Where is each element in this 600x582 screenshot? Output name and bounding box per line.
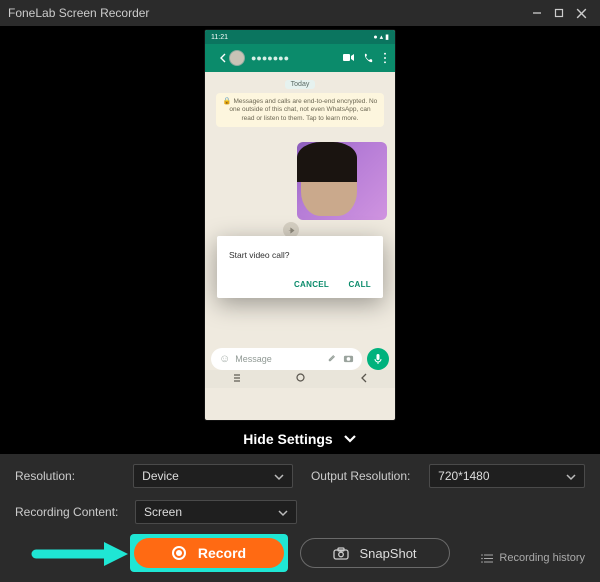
- image-message[interactable]: [297, 142, 387, 220]
- recording-content-select[interactable]: Screen: [135, 500, 297, 524]
- record-icon: [172, 546, 186, 560]
- record-button[interactable]: Record: [134, 538, 284, 568]
- pointer-arrow: [0, 535, 130, 571]
- back-icon[interactable]: [219, 53, 229, 63]
- recording-history-link[interactable]: Recording history: [481, 552, 585, 564]
- message-input-row: ☺ Message: [205, 348, 395, 370]
- maximize-button[interactable]: [548, 2, 570, 24]
- android-nav-bar: [205, 370, 395, 388]
- emoji-icon[interactable]: ☺: [219, 353, 230, 365]
- chevron-down-icon: [343, 431, 357, 447]
- resolution-label: Resolution:: [15, 469, 133, 483]
- resolution-select[interactable]: Device: [133, 464, 293, 488]
- output-resolution-select[interactable]: 720*1480: [429, 464, 585, 488]
- chat-header: ●●●●●●●: [205, 44, 395, 72]
- voice-call-icon[interactable]: [363, 53, 373, 63]
- message-placeholder: Message: [235, 354, 320, 364]
- lock-icon: 🔒: [223, 98, 232, 105]
- status-time: 11:21: [211, 34, 371, 41]
- app-title: FoneLab Screen Recorder: [8, 6, 526, 20]
- chevron-down-icon: [273, 471, 285, 485]
- phone-status-bar: 11:21 ●▴▮: [205, 30, 395, 44]
- minimize-button[interactable]: [526, 2, 548, 24]
- camera-icon: [333, 547, 349, 560]
- chevron-down-icon: [277, 507, 289, 521]
- video-call-icon[interactable]: [343, 53, 355, 63]
- chat-body: Today 🔒Messages and calls are end-to-end…: [205, 72, 395, 388]
- hide-settings-toggle[interactable]: Hide Settings: [0, 424, 600, 454]
- settings-panel: Resolution: Device Output Resolution: 72…: [0, 454, 600, 582]
- recording-content-label: Recording Content:: [15, 505, 135, 519]
- status-icons: ●▴▮: [371, 33, 389, 41]
- contact-avatar[interactable]: [229, 50, 245, 66]
- output-resolution-label: Output Resolution:: [311, 469, 429, 483]
- chevron-down-icon: [565, 471, 577, 485]
- dialog-cancel-button[interactable]: CANCEL: [294, 280, 329, 289]
- nav-back-icon[interactable]: [359, 372, 369, 386]
- nav-home-icon[interactable]: [295, 372, 306, 386]
- title-bar: FoneLab Screen Recorder: [0, 0, 600, 26]
- encryption-banner[interactable]: 🔒Messages and calls are end-to-end encry…: [216, 93, 384, 127]
- record-highlight: Record: [130, 534, 288, 572]
- contact-name: ●●●●●●●: [251, 53, 335, 63]
- message-input[interactable]: ☺ Message: [211, 348, 362, 370]
- attach-icon[interactable]: [326, 353, 337, 366]
- nav-recent-icon[interactable]: [231, 372, 243, 386]
- preview-area: 11:21 ●▴▮ ●●●●●●● Today 🔒Messages and ca…: [0, 26, 600, 424]
- more-icon[interactable]: [381, 52, 389, 64]
- dialog-message: Start video call?: [229, 250, 371, 260]
- phone-preview: 11:21 ●▴▮ ●●●●●●● Today 🔒Messages and ca…: [205, 30, 395, 420]
- mic-button[interactable]: [367, 348, 389, 370]
- video-call-dialog: Start video call? CANCEL CALL: [217, 236, 383, 298]
- dialog-call-button[interactable]: CALL: [348, 280, 371, 289]
- snapshot-button[interactable]: SnapShot: [300, 538, 450, 568]
- list-icon: [481, 553, 494, 564]
- date-chip: Today: [285, 80, 316, 89]
- close-button[interactable]: [570, 2, 592, 24]
- camera-icon[interactable]: [343, 353, 354, 366]
- hide-settings-label: Hide Settings: [243, 431, 332, 447]
